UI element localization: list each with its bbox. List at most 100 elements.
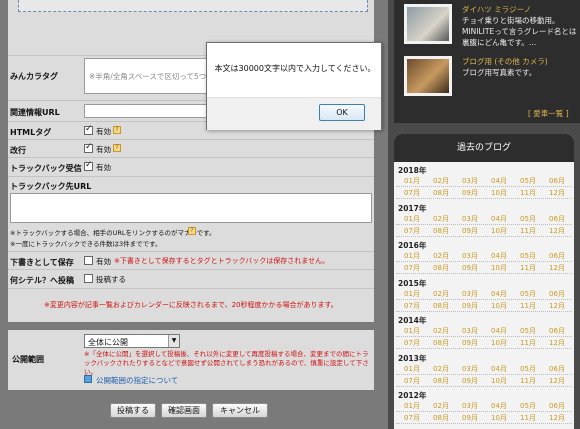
post-button[interactable]: 投稿する [110, 403, 156, 418]
archive-month-link[interactable]: 11月 [514, 226, 542, 236]
archive-month-link[interactable]: 01月 [398, 401, 426, 411]
archive-month-link[interactable]: 06月 [543, 364, 571, 374]
archive-month-link[interactable]: 12月 [543, 413, 571, 423]
archive-month-link[interactable]: 08月 [427, 226, 455, 236]
archive-month-link[interactable]: 10月 [485, 338, 513, 348]
archive-month-link[interactable]: 04月 [485, 401, 513, 411]
archive-month-link[interactable]: 05月 [514, 176, 542, 186]
archive-month-link[interactable]: 11月 [514, 413, 542, 423]
archive-month-link[interactable]: 08月 [427, 263, 455, 273]
archive-month-link[interactable]: 02月 [427, 364, 455, 374]
confirm-button[interactable]: 確認画面 [161, 403, 207, 418]
archive-month-link[interactable]: 08月 [427, 338, 455, 348]
archive-month-link[interactable]: 09月 [456, 188, 484, 198]
archive-month-link[interactable]: 07月 [398, 226, 426, 236]
archive-month-link[interactable]: 06月 [543, 289, 571, 299]
archive-month-link[interactable]: 10月 [485, 376, 513, 386]
archive-month-link[interactable]: 03月 [456, 326, 484, 336]
archive-month-link[interactable]: 12月 [543, 188, 571, 198]
archive-month-link[interactable]: 05月 [514, 251, 542, 261]
car-list-link[interactable]: [ 愛車一覧 ] [528, 108, 569, 119]
archive-month-link[interactable]: 06月 [543, 176, 571, 186]
archive-month-link[interactable]: 02月 [427, 176, 455, 186]
publish-select[interactable]: 全体に公開 ▼ [84, 334, 180, 348]
archive-month-link[interactable]: 07月 [398, 376, 426, 386]
archive-month-link[interactable]: 11月 [514, 188, 542, 198]
archive-month-link[interactable]: 01月 [398, 176, 426, 186]
archive-month-link[interactable]: 04月 [485, 251, 513, 261]
html-tag-checkbox[interactable] [84, 124, 93, 135]
archive-month-link[interactable]: 04月 [485, 326, 513, 336]
archive-month-link[interactable]: 11月 [514, 376, 542, 386]
archive-month-link[interactable]: 09月 [456, 226, 484, 236]
archive-month-link[interactable]: 08月 [427, 301, 455, 311]
archive-month-link[interactable]: 01月 [398, 214, 426, 224]
archive-month-link[interactable]: 06月 [543, 251, 571, 261]
archive-month-link[interactable]: 05月 [514, 326, 542, 336]
archive-month-link[interactable]: 02月 [427, 401, 455, 411]
archive-month-link[interactable]: 12月 [543, 263, 571, 273]
archive-month-link[interactable]: 07月 [398, 263, 426, 273]
archive-month-link[interactable]: 10月 [485, 413, 513, 423]
archive-month-link[interactable]: 05月 [514, 401, 542, 411]
car-thumbnail[interactable] [404, 4, 452, 44]
ok-button[interactable]: OK [319, 104, 365, 121]
archive-month-link[interactable]: 06月 [543, 401, 571, 411]
archive-month-link[interactable]: 03月 [456, 214, 484, 224]
cancel-button[interactable]: キャンセル [212, 403, 268, 418]
archive-month-link[interactable]: 05月 [514, 214, 542, 224]
car-title-2[interactable]: ブログ用 (その他 カメラ) [462, 56, 548, 67]
archive-month-link[interactable]: 08月 [427, 188, 455, 198]
archive-month-link[interactable]: 10月 [485, 188, 513, 198]
archive-month-link[interactable]: 10月 [485, 263, 513, 273]
archive-month-link[interactable]: 02月 [427, 289, 455, 299]
archive-month-link[interactable]: 05月 [514, 289, 542, 299]
trackback-recv-checkbox[interactable] [84, 160, 93, 171]
archive-month-link[interactable]: 11月 [514, 338, 542, 348]
archive-month-link[interactable]: 06月 [543, 214, 571, 224]
archive-month-link[interactable]: 08月 [427, 413, 455, 423]
dropdown-arrow-icon[interactable]: ▼ [168, 335, 179, 347]
archive-month-link[interactable]: 11月 [514, 263, 542, 273]
archive-month-link[interactable]: 09月 [456, 301, 484, 311]
archive-month-link[interactable]: 12月 [543, 376, 571, 386]
archive-month-link[interactable]: 12月 [543, 226, 571, 236]
archive-month-link[interactable]: 06月 [543, 326, 571, 336]
archive-month-link[interactable]: 04月 [485, 214, 513, 224]
archive-month-link[interactable]: 09月 [456, 263, 484, 273]
archive-month-link[interactable]: 10月 [485, 226, 513, 236]
archive-month-link[interactable]: 03月 [456, 289, 484, 299]
archive-month-link[interactable]: 01月 [398, 251, 426, 261]
archive-month-link[interactable]: 11月 [514, 301, 542, 311]
help-icon[interactable]: ? [113, 144, 121, 152]
archive-month-link[interactable]: 01月 [398, 364, 426, 374]
archive-month-link[interactable]: 07月 [398, 301, 426, 311]
archive-month-link[interactable]: 05月 [514, 364, 542, 374]
archive-month-link[interactable]: 07月 [398, 188, 426, 198]
archive-month-link[interactable]: 09月 [456, 413, 484, 423]
archive-month-link[interactable]: 03月 [456, 176, 484, 186]
archive-month-link[interactable]: 04月 [485, 364, 513, 374]
archive-month-link[interactable]: 04月 [485, 176, 513, 186]
archive-month-link[interactable]: 12月 [543, 301, 571, 311]
archive-month-link[interactable]: 03月 [456, 401, 484, 411]
archive-month-link[interactable]: 01月 [398, 326, 426, 336]
archive-month-link[interactable]: 08月 [427, 376, 455, 386]
trackback-url-input[interactable] [10, 193, 372, 223]
camera-thumbnail[interactable] [404, 56, 452, 96]
newline-checkbox[interactable] [84, 142, 93, 153]
archive-month-link[interactable]: 02月 [427, 214, 455, 224]
archive-month-link[interactable]: 04月 [485, 289, 513, 299]
archive-month-link[interactable]: 03月 [456, 364, 484, 374]
publish-info-link[interactable]: 公開範囲の指定について [96, 375, 178, 386]
archive-month-link[interactable]: 01月 [398, 289, 426, 299]
archive-month-link[interactable]: 07月 [398, 338, 426, 348]
archive-month-link[interactable]: 02月 [427, 326, 455, 336]
archive-month-link[interactable]: 07月 [398, 413, 426, 423]
archive-month-link[interactable]: 02月 [427, 251, 455, 261]
draft-checkbox[interactable] [84, 256, 93, 265]
archive-month-link[interactable]: 09月 [456, 376, 484, 386]
archive-month-link[interactable]: 03月 [456, 251, 484, 261]
body-textarea[interactable] [18, 0, 368, 12]
archive-month-link[interactable]: 09月 [456, 338, 484, 348]
